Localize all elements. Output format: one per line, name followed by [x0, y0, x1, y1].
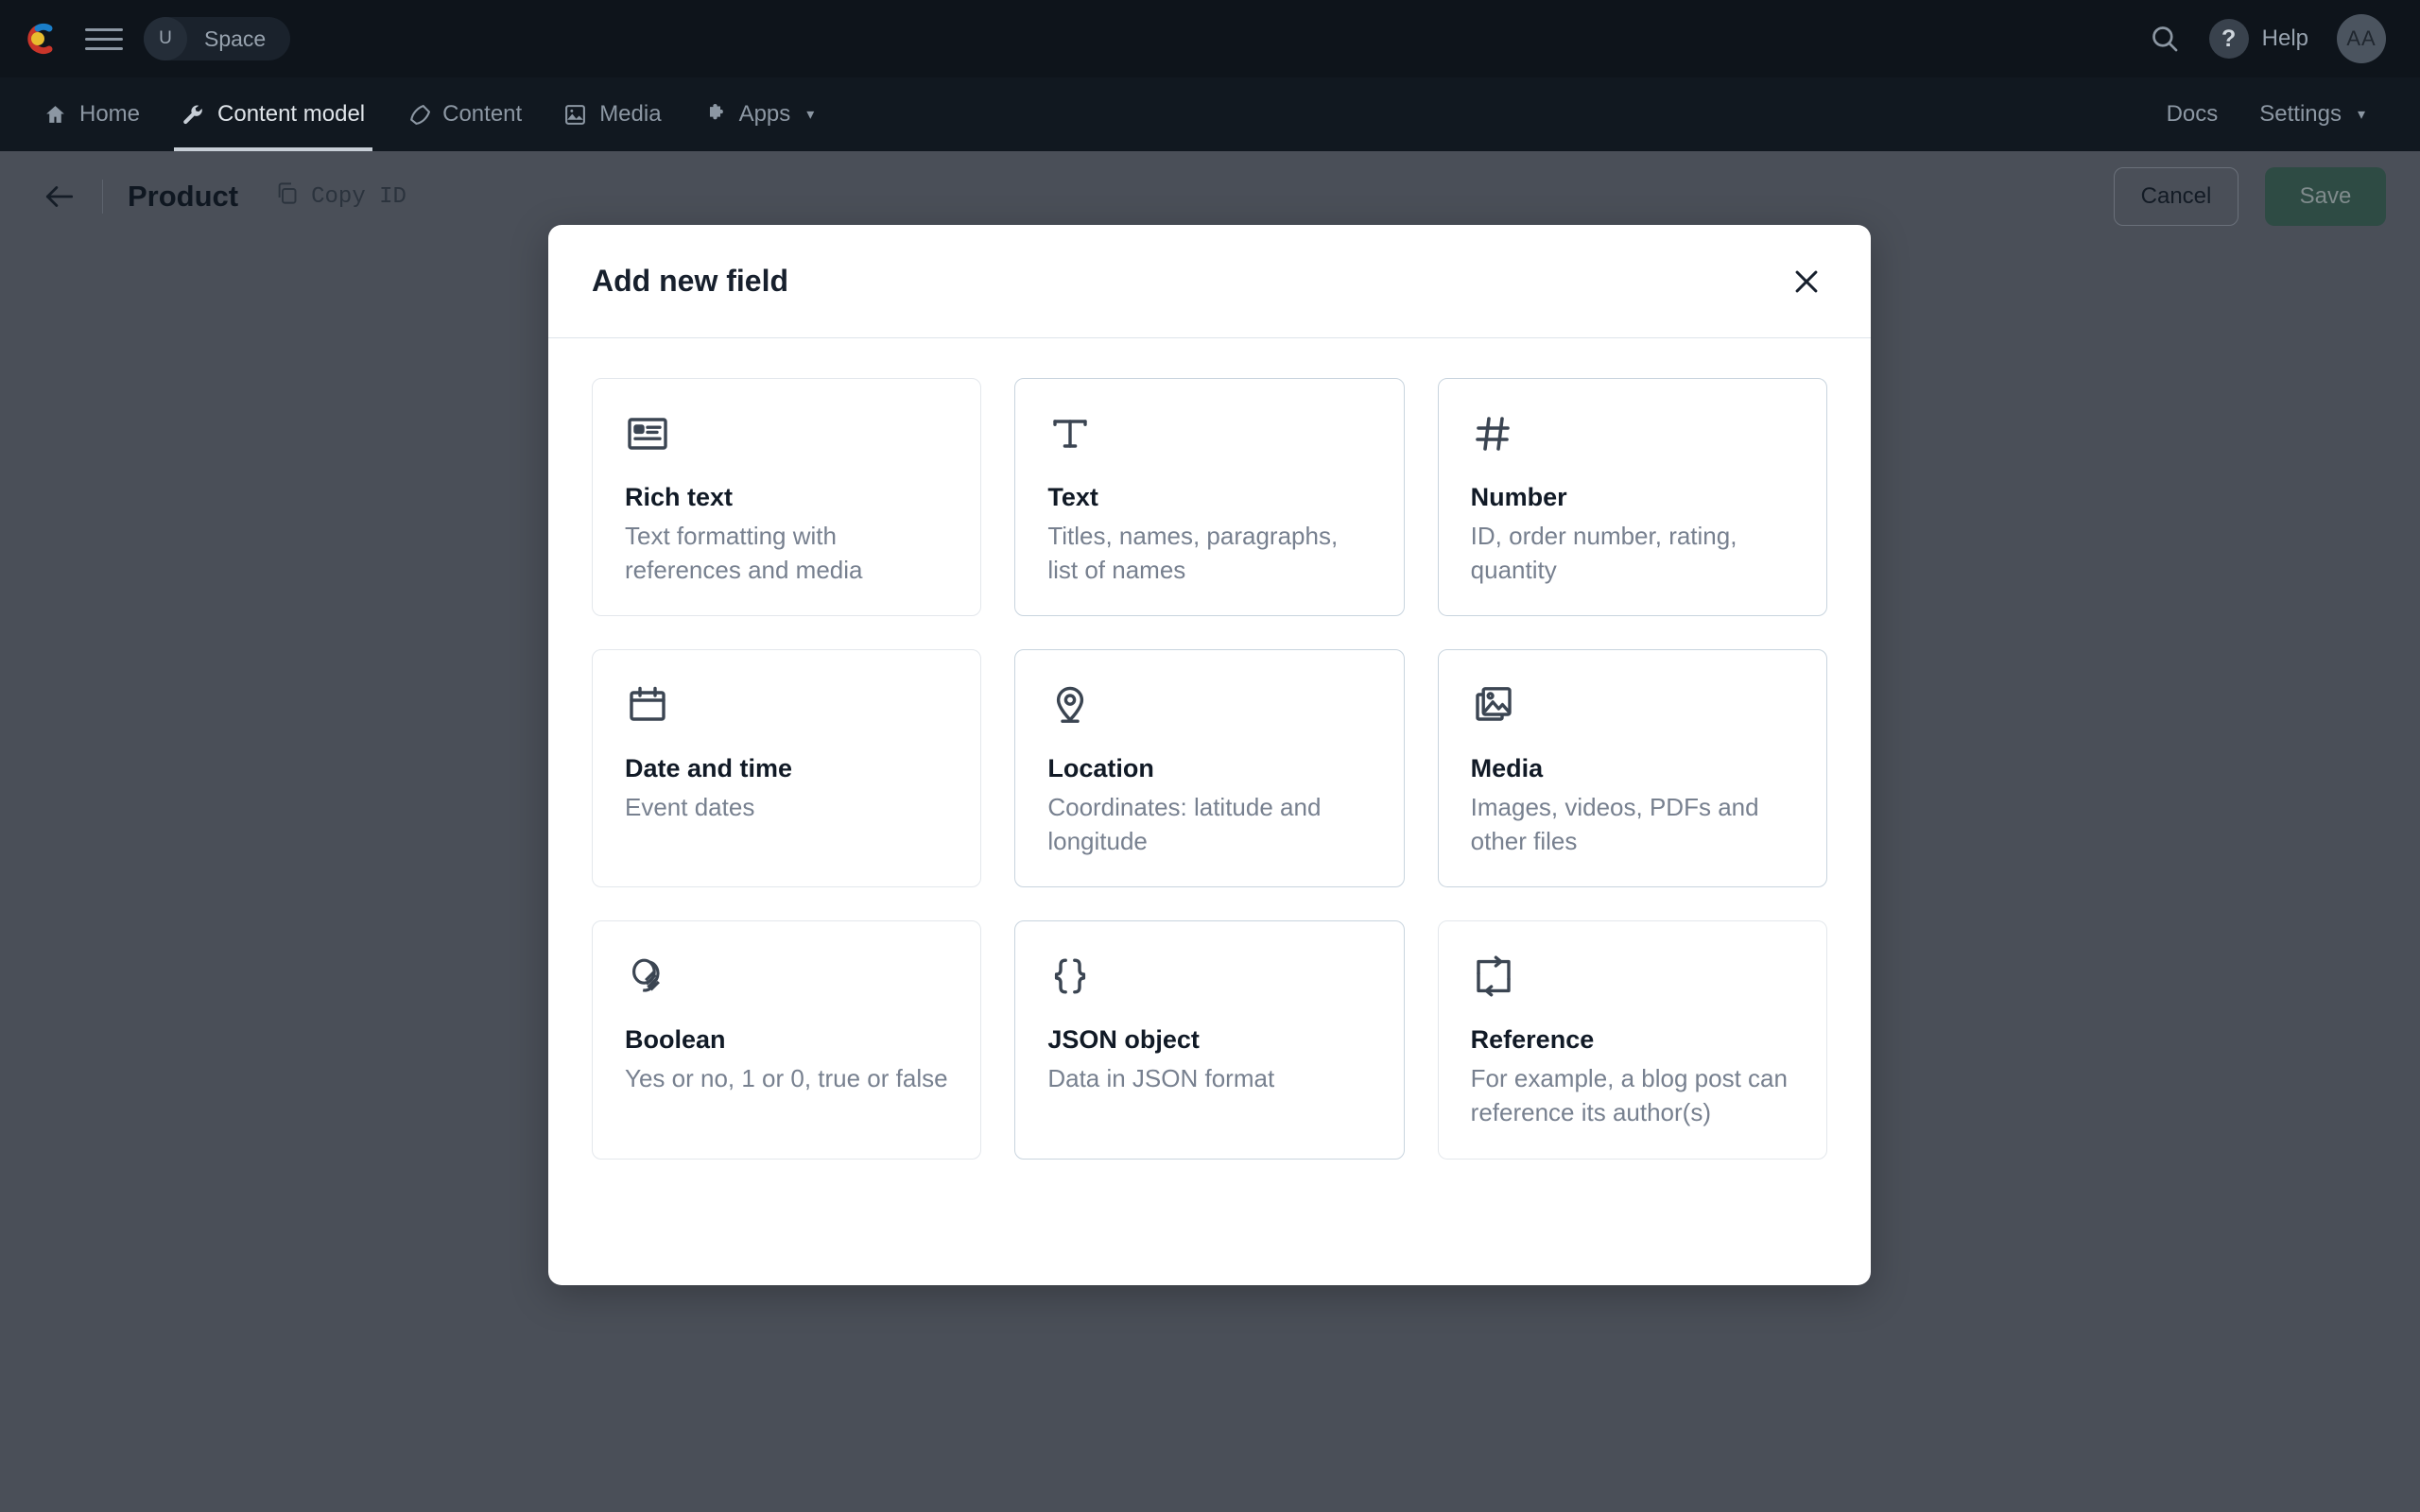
hamburger-bar — [85, 28, 123, 31]
field-type-title: Rich text — [625, 483, 948, 512]
map-pin-icon — [1047, 682, 1371, 741]
nav-label: Content model — [217, 101, 365, 128]
app-root: U Space ? Help AA Home — [0, 0, 2420, 1512]
field-type-title: JSON object — [1047, 1025, 1371, 1055]
nav-item-settings[interactable]: Settings ▾ — [2238, 77, 2386, 151]
image-icon — [563, 103, 587, 127]
copy-icon — [274, 180, 300, 214]
top-bar: U Space ? Help AA — [0, 0, 2420, 77]
nav-item-home[interactable]: Home — [23, 77, 161, 151]
nav-label: Content — [442, 101, 522, 128]
pen-nib-icon — [406, 103, 430, 127]
header-divider — [102, 180, 103, 214]
space-name-label: Space — [204, 26, 266, 52]
nav-item-content[interactable]: Content — [386, 77, 543, 151]
field-type-desc: Images, videos, PDFs and other files — [1471, 791, 1794, 858]
field-type-card-number[interactable]: Number ID, order number, rating, quantit… — [1438, 378, 1827, 616]
copy-id-label: Copy ID — [311, 184, 406, 210]
hamburger-menu-icon[interactable] — [85, 20, 123, 58]
chevron-down-icon: ▾ — [806, 105, 814, 124]
field-type-card-rich-text[interactable]: Rich text Text formatting with reference… — [592, 378, 981, 616]
field-type-desc: Text formatting with references and medi… — [625, 520, 948, 587]
main-navigation: Home Content model Content Media Apps — [0, 77, 2420, 151]
nav-label: Media — [599, 101, 661, 128]
field-type-desc: Data in JSON format — [1047, 1062, 1371, 1096]
arrow-left-icon[interactable] — [42, 179, 78, 215]
field-type-desc: ID, order number, rating, quantity — [1471, 520, 1794, 587]
field-type-card-json-object[interactable]: JSON object Data in JSON format — [1014, 920, 1404, 1159]
nav-label: Docs — [2167, 101, 2219, 128]
field-type-desc: Event dates — [625, 791, 948, 825]
boolean-coins-icon — [625, 954, 948, 1012]
nav-label: Settings — [2259, 101, 2342, 128]
close-icon[interactable] — [1782, 257, 1831, 306]
reference-arrows-icon — [1471, 954, 1794, 1012]
puzzle-icon — [703, 103, 727, 127]
field-type-title: Media — [1471, 754, 1794, 783]
nav-label: Home — [79, 101, 140, 128]
field-type-card-date-and-time[interactable]: Date and time Event dates — [592, 649, 981, 887]
field-type-title: Boolean — [625, 1025, 948, 1055]
page-title: Product — [128, 180, 238, 214]
field-type-desc: Coordinates: latitude and longitude — [1047, 791, 1371, 858]
chevron-down-icon: ▾ — [2358, 105, 2365, 124]
save-button[interactable]: Save — [2265, 167, 2386, 226]
page-header-actions: Cancel Save — [2114, 167, 2386, 226]
modal-title: Add new field — [592, 264, 788, 299]
field-type-title: Date and time — [625, 754, 948, 783]
contentful-logo-icon[interactable] — [26, 21, 62, 57]
nav-item-content-model[interactable]: Content model — [161, 77, 386, 151]
nav-right-group: Docs Settings ▾ — [2146, 77, 2386, 151]
search-icon[interactable] — [2149, 23, 2181, 55]
avatar[interactable]: AA — [2337, 14, 2386, 63]
text-t-icon — [1047, 411, 1371, 470]
field-type-title: Text — [1047, 483, 1371, 512]
copy-id-button[interactable]: Copy ID — [274, 180, 406, 214]
space-switcher[interactable]: U Space — [144, 17, 290, 60]
field-type-card-reference[interactable]: Reference For example, a blog post can r… — [1438, 920, 1827, 1159]
space-avatar: U — [144, 17, 187, 60]
curly-braces-icon — [1047, 954, 1371, 1012]
nav-item-docs[interactable]: Docs — [2146, 77, 2239, 151]
field-type-desc: For example, a blog post can reference i… — [1471, 1062, 1794, 1129]
cancel-button[interactable]: Cancel — [2114, 167, 2238, 226]
nav-item-apps[interactable]: Apps ▾ — [683, 77, 836, 151]
media-images-icon — [1471, 682, 1794, 741]
nav-label: Apps — [739, 101, 791, 128]
add-new-field-modal: Add new field — [548, 225, 1871, 1285]
field-type-grid: Rich text Text formatting with reference… — [592, 378, 1827, 1160]
hash-icon — [1471, 411, 1794, 470]
field-type-card-media[interactable]: Media Images, videos, PDFs and other fil… — [1438, 649, 1827, 887]
rich-text-card-icon — [625, 411, 948, 470]
hamburger-bar — [85, 38, 123, 41]
field-type-desc: Titles, names, paragraphs, list of names — [1047, 520, 1371, 587]
wrench-icon — [182, 103, 205, 127]
field-type-desc: Yes or no, 1 or 0, true or false — [625, 1062, 948, 1096]
help-button[interactable]: ? Help — [2209, 19, 2308, 59]
field-type-card-boolean[interactable]: Boolean Yes or no, 1 or 0, true or false — [592, 920, 981, 1159]
field-type-title: Reference — [1471, 1025, 1794, 1055]
question-mark-icon: ? — [2209, 19, 2249, 59]
nav-item-media[interactable]: Media — [543, 77, 682, 151]
field-type-title: Number — [1471, 483, 1794, 512]
field-type-card-location[interactable]: Location Coordinates: latitude and longi… — [1014, 649, 1404, 887]
modal-body: Rich text Text formatting with reference… — [548, 338, 1871, 1199]
field-type-title: Location — [1047, 754, 1371, 783]
top-bar-actions: ? Help AA — [2149, 14, 2386, 63]
modal-header: Add new field — [548, 225, 1871, 338]
calendar-icon — [625, 682, 948, 741]
hamburger-bar — [85, 47, 123, 50]
home-icon — [43, 103, 67, 127]
field-type-card-text[interactable]: Text Titles, names, paragraphs, list of … — [1014, 378, 1404, 616]
help-label: Help — [2262, 26, 2308, 52]
